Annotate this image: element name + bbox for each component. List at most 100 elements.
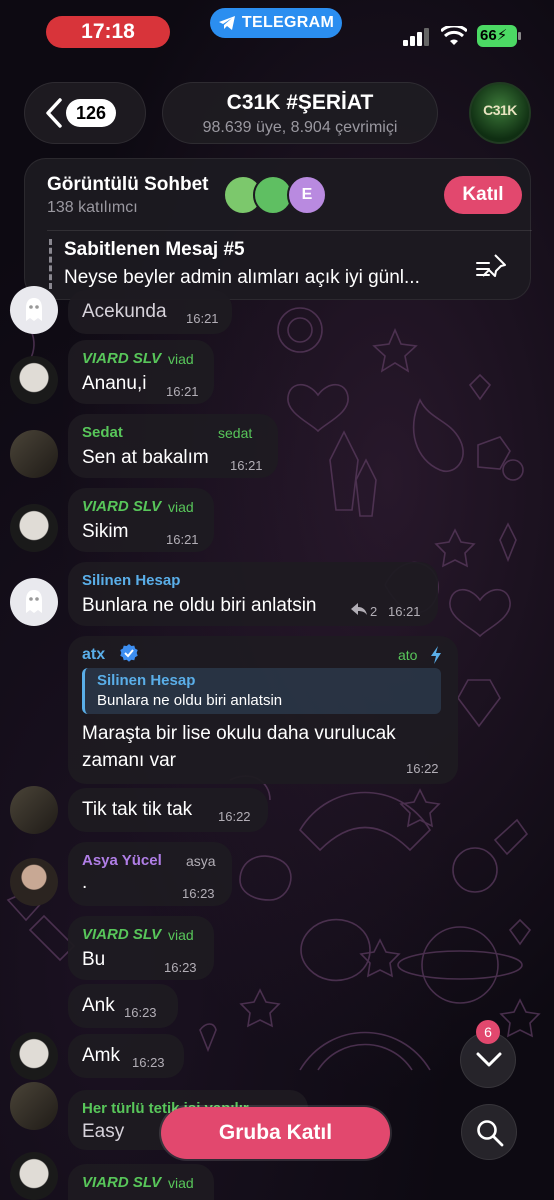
ghost-icon — [26, 298, 42, 321]
avatar[interactable] — [10, 858, 58, 906]
telegram-pill[interactable]: TELEGRAM — [210, 8, 342, 38]
message-bubble[interactable]: VIARD SLV viad Bu 16:23 — [68, 916, 214, 980]
message-bubble[interactable]: VIARD SLV viad Ananu,i 16:21 — [68, 340, 214, 404]
sender-role: viad — [168, 1175, 194, 1191]
message-time: 16:21 — [230, 458, 263, 473]
reply-quote[interactable]: Silinen Hesap Bunlara ne oldu biri anlat… — [82, 668, 441, 714]
message-bubble[interactable]: VIARD SLV viad — [68, 1164, 214, 1200]
group-avatar-logo: C31K — [483, 102, 517, 118]
message-time: 16:21 — [166, 532, 199, 547]
message-text: Amk — [82, 1045, 120, 1066]
message-text: Ananu,i — [82, 373, 147, 394]
sender-role: viad — [168, 927, 194, 943]
reply-icon[interactable] — [350, 602, 368, 616]
message-bubble[interactable]: Tik tak tik tak 16:22 — [68, 788, 268, 832]
message-time: 16:23 — [132, 1055, 165, 1070]
status-bar: 17:18 TELEGRAM 66⚡ — [0, 0, 554, 64]
video-chat-title[interactable]: Görüntülü Sohbet — [47, 174, 208, 196]
sender-name[interactable]: atx — [82, 646, 105, 664]
search-button[interactable] — [461, 1104, 517, 1160]
video-chat-pinned-panel: Görüntülü Sohbet 138 katılımcı E Katıl S… — [24, 158, 532, 300]
group-subtitle: 98.639 üye, 8.904 çevrimiçi — [202, 119, 398, 136]
avatar[interactable] — [10, 430, 58, 478]
message-text: Tik tak tik tak — [82, 799, 193, 820]
message-text: Sikim — [82, 521, 129, 542]
unread-badge: 6 — [476, 1020, 500, 1044]
message-time: 16:22 — [406, 761, 439, 776]
message-time: 16:23 — [164, 960, 197, 975]
message-text-line: Maraşta bir lise okulu daha vurulucak — [82, 723, 396, 744]
avatar[interactable] — [10, 578, 58, 626]
sender-role: viad — [168, 351, 194, 367]
chat-title-pill[interactable]: C31K #ŞERİAT 98.639 üye, 8.904 çevrimiçi — [162, 82, 438, 144]
unread-chats-count: 126 — [66, 99, 116, 127]
sender-role: viad — [168, 499, 194, 515]
avatar[interactable] — [10, 786, 58, 834]
message-bubble[interactable]: Acekunda 16:21 — [68, 290, 232, 334]
sender-name[interactable]: Sedat — [82, 424, 123, 441]
message-text: Sen at bakalım — [82, 447, 209, 468]
join-group-button[interactable]: Gruba Katıl — [161, 1107, 390, 1159]
pinned-title[interactable]: Sabitlenen Mesaj #5 — [64, 239, 245, 261]
status-time: 17:18 — [46, 16, 170, 48]
message-text: . — [82, 872, 88, 893]
sender-name[interactable]: VIARD SLV — [82, 1174, 161, 1191]
message-text: Easy — [82, 1121, 125, 1142]
message-time: 16:21 — [186, 311, 219, 326]
back-chevron-icon — [46, 98, 62, 128]
video-chat-participants: 138 katılımcı — [47, 199, 138, 216]
message-bubble[interactable]: Amk 16:23 — [68, 1034, 184, 1078]
join-video-chat-button[interactable]: Katıl — [444, 176, 522, 214]
sender-name[interactable]: VIARD SLV — [82, 926, 161, 943]
message-bubble[interactable]: Asya Yücel asya . 16:23 — [68, 842, 232, 906]
avatar[interactable] — [10, 1082, 58, 1130]
message-bubble[interactable]: Sedat sedat Sen at bakalım 16:21 — [68, 414, 278, 478]
quote-sender: Silinen Hesap — [97, 672, 196, 689]
group-title: C31K #ŞERİAT — [226, 91, 374, 114]
sender-name[interactable]: VIARD SLV — [82, 350, 161, 367]
message-bubble[interactable]: Ank 16:23 — [68, 984, 178, 1028]
pinned-text[interactable]: Neyse beyler admin alımları açık iyi gün… — [64, 267, 484, 289]
message-bubble[interactable]: VIARD SLV viad Sikim 16:21 — [68, 488, 214, 552]
verified-icon — [120, 644, 138, 662]
panel-divider — [47, 230, 532, 231]
message-time: 16:23 — [124, 1005, 157, 1020]
sender-name[interactable]: Asya Yücel — [82, 852, 162, 869]
wifi-icon — [441, 26, 467, 45]
avatar[interactable] — [10, 1152, 58, 1200]
sender-role: asya — [186, 853, 216, 869]
message-bubble[interactable]: Silinen Hesap Bunlara ne oldu biri anlat… — [68, 562, 438, 626]
message-time: 16:23 — [182, 886, 215, 901]
message-time: 16:21 — [166, 384, 199, 399]
chevron-down-icon — [476, 1052, 502, 1067]
search-icon — [477, 1120, 504, 1147]
avatar[interactable] — [10, 504, 58, 552]
message-text-line: zamanı var — [82, 750, 176, 771]
message-text: Bu — [82, 949, 106, 970]
sender-name[interactable]: Silinen Hesap — [82, 572, 180, 589]
pin-list-icon[interactable] — [475, 253, 507, 279]
message-time: 16:22 — [218, 809, 251, 824]
telegram-pill-label: TELEGRAM — [241, 14, 335, 31]
avatar[interactable] — [10, 286, 58, 334]
telegram-icon — [218, 16, 235, 30]
message-text: Acekunda — [82, 301, 167, 322]
message-text: Bunlara ne oldu biri anlatsin — [82, 595, 317, 616]
battery-indicator: 66⚡ — [477, 25, 521, 47]
message-bubble[interactable]: atx ato Silinen Hesap Bunlara ne oldu bi… — [68, 636, 458, 784]
avatar[interactable] — [10, 356, 58, 404]
message-text: Ank — [82, 995, 115, 1016]
group-avatar[interactable]: C31K — [469, 82, 531, 144]
avatar[interactable] — [10, 1032, 58, 1080]
signal-icon — [403, 28, 429, 46]
sender-name[interactable]: VIARD SLV — [82, 498, 161, 515]
message-time: 16:21 — [388, 604, 421, 619]
sender-role: ato — [398, 647, 418, 663]
sender-role: sedat — [218, 425, 253, 441]
ghost-icon — [26, 590, 42, 613]
reply-count[interactable]: 2 — [370, 604, 377, 619]
battery-level: 66 — [480, 27, 497, 44]
pinned-indicator — [49, 239, 52, 289]
participant-avatar: E — [287, 175, 327, 215]
chat-screen: 17:18 TELEGRAM 66⚡ 126 C31K #ŞERİAT 98.6… — [0, 0, 554, 1200]
